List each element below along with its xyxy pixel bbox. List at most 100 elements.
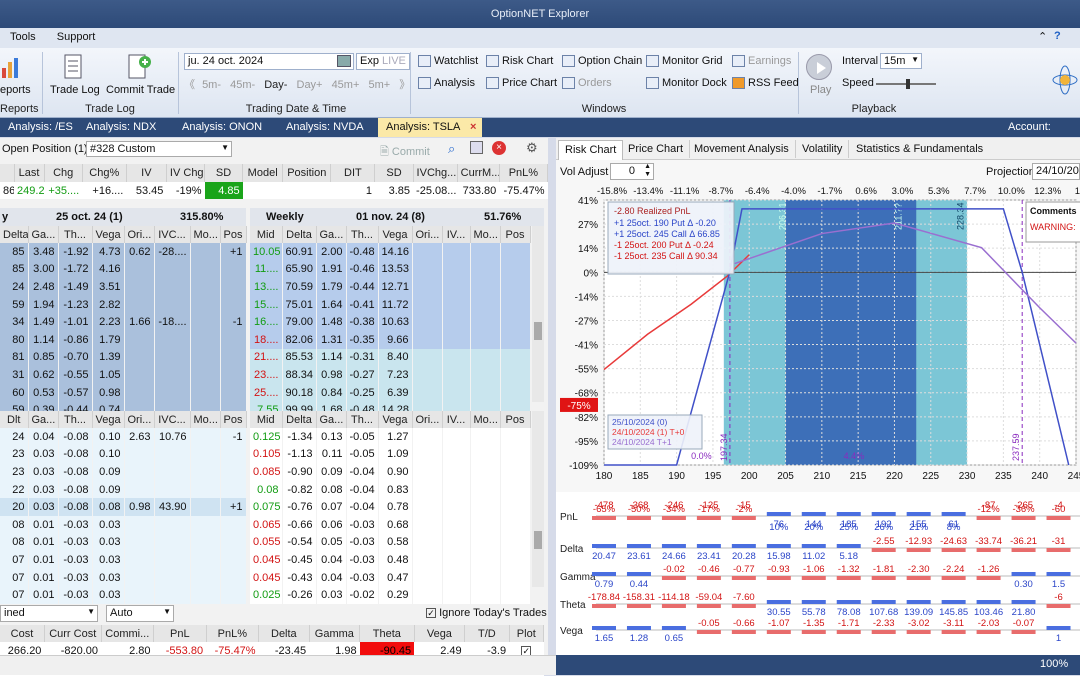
trading-date-input[interactable]: ju. 24 oct. 2024 [184, 53, 354, 70]
chain-row[interactable]: 24 0.04 -0.08 0.10 2.63 10.76 -1 [0, 428, 246, 446]
chain-row[interactable]: 11.... 65.90 1.91 -0.46 13.53 [250, 260, 530, 279]
chain-row[interactable]: 0.085 -0.90 0.09 -0.04 0.90 [250, 463, 530, 481]
chain-col-header[interactable]: Dlt [0, 411, 29, 428]
monitor-grid-button[interactable]: Monitor Grid [646, 55, 723, 67]
nav-5m-plus[interactable]: 5m+ [368, 79, 390, 91]
chain-col-header[interactable]: Pos [500, 411, 531, 428]
analysis-button[interactable]: Analysis [418, 77, 475, 89]
ignore-trades-checkbox[interactable]: ✓ Ignore Today's Trades [426, 607, 547, 619]
tab-volatility[interactable]: Volatility [796, 140, 850, 158]
upper-scrollbar[interactable] [532, 226, 544, 402]
chain-row[interactable]: 85 3.48 -1.92 4.73 0.62 -28.... +1 [0, 243, 246, 261]
calendar-icon[interactable] [337, 55, 351, 67]
chain-row[interactable]: 0.08 -0.82 0.08 -0.04 0.83 [250, 480, 530, 499]
chain-col-header[interactable]: Pos [500, 226, 531, 243]
positions-col-header[interactable]: Commi... [101, 625, 155, 642]
chain-col-header[interactable]: Vega [92, 226, 125, 243]
chain-col-header[interactable]: Mo... [470, 226, 501, 243]
search-icon[interactable]: ⌕ [448, 141, 455, 157]
chain-col-header[interactable]: Ori... [412, 226, 443, 243]
chain-row[interactable]: 10.05 60.91 2.00 -0.48 14.16 [250, 243, 530, 261]
chain-row[interactable]: 59 1.94 -1.23 2.82 [0, 295, 246, 314]
positions-col-header[interactable]: PnL% [206, 625, 260, 642]
play-button-label[interactable]: Play [810, 84, 831, 96]
commit-trade-icon[interactable] [126, 54, 152, 80]
chain-col-header[interactable]: Ga... [316, 411, 347, 428]
chain-col-header[interactable]: Pos [220, 411, 247, 428]
ribbon-collapse-icon[interactable]: ⌃ [1038, 30, 1047, 43]
chain-col-header[interactable]: IVC... [154, 226, 191, 243]
chain-row[interactable]: 08 0.01 -0.03 0.03 [0, 533, 246, 552]
chain-col-header[interactable]: Ori... [124, 226, 155, 243]
chain-row[interactable]: 85 3.00 -1.72 4.16 [0, 260, 246, 279]
chain-col-header[interactable]: Mo... [190, 411, 221, 428]
chain-row[interactable]: 0.045 -0.43 0.04 -0.03 0.47 [250, 568, 530, 587]
tab-movement-analysis[interactable]: Movement Analysis [688, 140, 796, 158]
tab-analysis-nvda[interactable]: Analysis: NVDA [278, 118, 372, 137]
chain-row[interactable]: 18.... 82.06 1.31 -0.35 9.66 [250, 330, 530, 349]
chain-row[interactable]: 07 0.01 -0.03 0.03 [0, 586, 246, 604]
watchlist-button[interactable]: Watchlist [418, 55, 478, 67]
projection-input[interactable]: 24/10/202 [1032, 163, 1080, 180]
earnings-button[interactable]: Earnings [732, 55, 791, 67]
speed-slider[interactable] [876, 79, 936, 89]
lower-scrollbar[interactable] [532, 411, 544, 587]
chain-col-header[interactable]: Delta [282, 411, 317, 428]
reports-button-label[interactable]: eports [0, 84, 31, 96]
chain-col-header[interactable]: Th... [346, 226, 379, 243]
chain-row[interactable]: 08 0.01 -0.03 0.03 [0, 515, 246, 534]
trade-log-icon[interactable] [62, 54, 84, 80]
commit-button[interactable]: 🗎 Commit [380, 143, 430, 162]
positions-col-header[interactable]: Delta [258, 625, 310, 642]
chain-row[interactable]: 16.... 79.00 1.48 -0.38 10.63 [250, 313, 530, 331]
chain-row[interactable]: 60 0.53 -0.57 0.98 [0, 383, 246, 402]
chain-col-header[interactable]: Th... [58, 411, 93, 428]
trade-log-button[interactable]: Trade Log [50, 84, 100, 96]
help-icon[interactable]: ? [1054, 30, 1061, 42]
chain-row[interactable]: 0.065 -0.66 0.06 -0.03 0.68 [250, 515, 530, 534]
chain-col-header[interactable]: Pos [220, 226, 247, 243]
reports-icon[interactable] [0, 54, 22, 80]
gear-icon[interactable]: ⚙ [526, 140, 538, 156]
positions-col-header[interactable]: Theta [359, 625, 415, 642]
positions-col-header[interactable]: Cost [0, 625, 45, 642]
chain-row[interactable]: 13.... 70.59 1.79 -0.44 12.71 [250, 278, 530, 296]
close-tab-icon[interactable]: × [470, 118, 476, 137]
chain-row[interactable]: 31 0.62 -0.55 1.05 [0, 366, 246, 384]
chain-col-header[interactable]: Mid [250, 226, 283, 243]
menu-support[interactable]: Support [47, 28, 104, 43]
chain-row[interactable]: 21.... 85.53 1.14 -0.31 8.40 [250, 348, 530, 367]
tab-price-chart[interactable]: Price Chart [622, 140, 691, 158]
chain-row[interactable]: 81 0.85 -0.70 1.39 [0, 348, 246, 367]
chain-row[interactable]: 25.... 90.18 0.84 -0.25 6.39 [250, 383, 530, 402]
chain-col-header[interactable]: IV... [442, 411, 471, 428]
chain-col-header[interactable]: Mo... [190, 226, 221, 243]
chain-row[interactable]: 80 1.14 -0.86 1.79 [0, 330, 246, 349]
nav-forward-icon[interactable]: 》 [399, 79, 410, 91]
chain-row[interactable]: 0.075 -0.76 0.07 -0.04 0.78 [250, 498, 530, 516]
orders-button[interactable]: Orders [562, 77, 612, 89]
chain-row[interactable]: 15.... 75.01 1.64 -0.41 11.72 [250, 295, 530, 314]
tab-analysis-ndx[interactable]: Analysis: NDX [78, 118, 164, 137]
risk-chart-button[interactable]: Risk Chart [486, 55, 553, 67]
auto-select[interactable]: Auto ▼ [106, 605, 174, 622]
chain-col-header[interactable]: IV... [442, 226, 471, 243]
tab-analysis-es[interactable]: Analysis: /ES [0, 118, 81, 137]
option-chain-button[interactable]: Option Chain [562, 55, 642, 67]
price-chart-button[interactable]: Price Chart [486, 77, 557, 89]
exp-live-toggle[interactable]: Exp LIVE [356, 53, 410, 70]
chain-col-header[interactable]: Ori... [412, 411, 443, 428]
nav-45m-minus[interactable]: 45m- [230, 79, 255, 91]
chain-col-header[interactable]: Mid [250, 411, 283, 428]
tab-analysis-onon[interactable]: Analysis: ONON [174, 118, 270, 137]
nav-45m-plus[interactable]: 45m+ [332, 79, 360, 91]
nav-day-plus[interactable]: Day+ [297, 79, 323, 91]
grid-icon[interactable] [470, 141, 483, 154]
chain-row[interactable]: 07 0.01 -0.03 0.03 [0, 568, 246, 587]
risk-chart[interactable]: 41%27%14%0%-14%-27%-41%-55%-68%-82%-95%-… [556, 182, 1080, 492]
chain-col-header[interactable]: Delta [282, 226, 317, 243]
chain-col-header[interactable]: Ga... [316, 226, 347, 243]
nav-5m-minus[interactable]: 5m- [202, 79, 221, 91]
tab-statistics[interactable]: Statistics & Fundamentals [850, 140, 989, 158]
chain-col-header[interactable]: Th... [346, 411, 379, 428]
